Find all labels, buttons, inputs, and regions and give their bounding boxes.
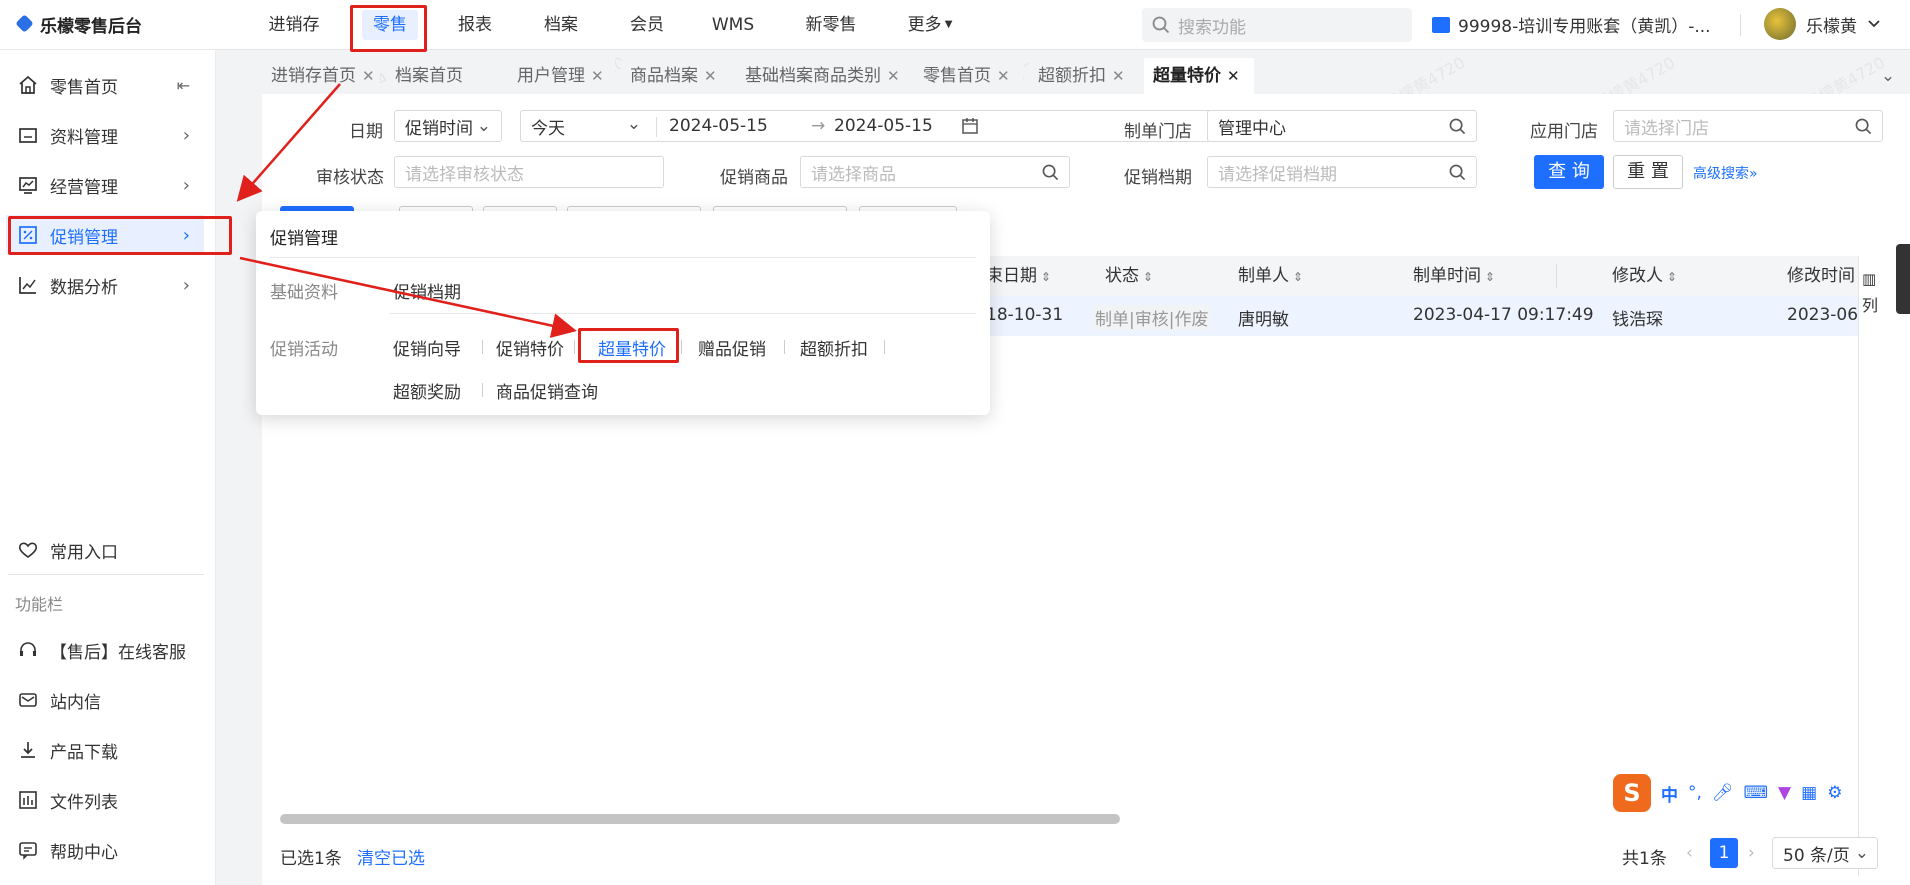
settings-icon[interactable]: ⚙ bbox=[1827, 783, 1842, 803]
microphone-icon[interactable]: 🎤︎ bbox=[1712, 783, 1734, 803]
skin-icon[interactable]: ▼ bbox=[1778, 783, 1791, 803]
annotation-arrows bbox=[236, 83, 577, 338]
arrow-to-volume-special bbox=[239, 256, 577, 338]
ime-toolbar[interactable]: S 中 °, 🎤︎ ⌨ ▼ ▦ ⚙ bbox=[1613, 773, 1883, 813]
punctuation-icon[interactable]: °, bbox=[1688, 783, 1702, 803]
ime-mode-label[interactable]: 中 bbox=[1661, 781, 1678, 806]
sogou-logo-icon: S bbox=[1613, 774, 1651, 812]
toolbox-icon[interactable]: ▦ bbox=[1801, 783, 1817, 803]
keyboard-icon[interactable]: ⌨ bbox=[1744, 783, 1769, 803]
arrow-to-promotion bbox=[236, 83, 341, 202]
